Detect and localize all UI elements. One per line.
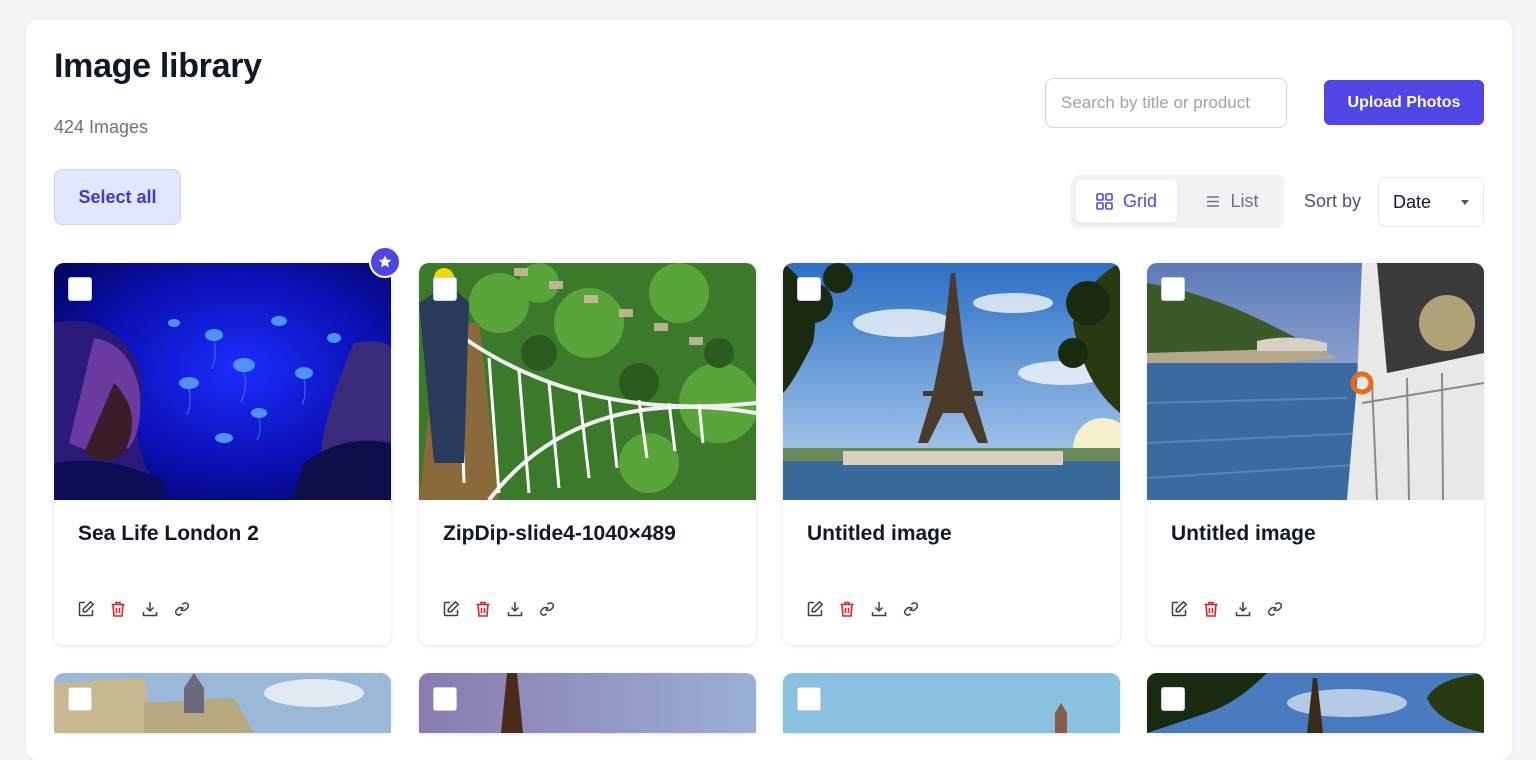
- star-icon: [378, 255, 392, 268]
- card-actions: [806, 600, 920, 618]
- edit-icon[interactable]: [442, 600, 460, 618]
- trash-icon[interactable]: [109, 600, 127, 618]
- select-checkbox[interactable]: [1161, 277, 1185, 301]
- image-thumbnail[interactable]: [783, 263, 1120, 500]
- sort-value: Date: [1393, 191, 1432, 212]
- image-card[interactable]: Untitled image: [1147, 263, 1484, 645]
- link-icon[interactable]: [173, 600, 191, 618]
- page-title: Image library: [54, 47, 262, 85]
- search-input[interactable]: [1045, 78, 1287, 128]
- image-count: 424 Images: [54, 117, 149, 137]
- sort-select[interactable]: Date: [1378, 177, 1484, 227]
- view-toggle: Grid List: [1071, 175, 1284, 228]
- link-icon[interactable]: [1266, 600, 1284, 618]
- card-title: ZipDip-slide4-1040×489: [443, 522, 676, 545]
- image-card[interactable]: ZipDip-slide4-1040×489: [419, 263, 756, 645]
- trash-icon[interactable]: [838, 600, 856, 618]
- image-thumbnail[interactable]: [783, 673, 1120, 733]
- sort-label: Sort by: [1304, 191, 1362, 211]
- image-card[interactable]: [1147, 673, 1484, 733]
- list-icon: [1207, 196, 1220, 207]
- grid-view-button[interactable]: Grid: [1076, 180, 1177, 223]
- select-checkbox[interactable]: [797, 277, 821, 301]
- image-thumbnail[interactable]: [54, 673, 391, 733]
- trash-icon[interactable]: [1202, 600, 1220, 618]
- image-card[interactable]: Sea Life London 2: [54, 263, 391, 645]
- edit-icon[interactable]: [806, 600, 824, 618]
- card-actions: [442, 600, 556, 618]
- download-icon[interactable]: [870, 600, 888, 618]
- card-title: Sea Life London 2: [78, 522, 259, 545]
- download-icon[interactable]: [141, 600, 159, 618]
- image-card[interactable]: [783, 673, 1120, 733]
- image-thumbnail[interactable]: [1147, 263, 1484, 500]
- list-view-label: List: [1230, 191, 1259, 211]
- download-icon[interactable]: [1234, 600, 1252, 618]
- trash-icon[interactable]: [474, 600, 492, 618]
- select-checkbox[interactable]: [433, 277, 457, 301]
- select-checkbox[interactable]: [433, 687, 457, 711]
- list-view-button[interactable]: List: [1182, 180, 1283, 223]
- chevron-down-icon: [1461, 199, 1469, 205]
- card-actions: [1170, 600, 1284, 618]
- select-checkbox[interactable]: [797, 687, 821, 711]
- grid-icon: [1096, 193, 1113, 210]
- select-checkbox[interactable]: [68, 687, 92, 711]
- grid-view-label: Grid: [1122, 191, 1157, 211]
- upload-photos-button[interactable]: Upload Photos: [1324, 80, 1484, 125]
- card-actions: [77, 600, 191, 618]
- card-title: Untitled image: [807, 522, 952, 545]
- image-card[interactable]: Untitled image: [783, 263, 1120, 645]
- link-icon[interactable]: [538, 600, 556, 618]
- image-card[interactable]: [419, 673, 756, 733]
- edit-icon[interactable]: [77, 600, 95, 618]
- image-thumbnail[interactable]: [419, 673, 756, 733]
- select-all-button[interactable]: Select all: [54, 169, 181, 225]
- image-thumbnail[interactable]: [419, 263, 756, 500]
- image-thumbnail[interactable]: [1147, 673, 1484, 733]
- featured-badge: [369, 246, 401, 278]
- card-title: Untitled image: [1171, 522, 1316, 545]
- image-card[interactable]: [54, 673, 391, 733]
- download-icon[interactable]: [506, 600, 524, 618]
- edit-icon[interactable]: [1170, 600, 1188, 618]
- image-thumbnail[interactable]: [54, 263, 391, 500]
- link-icon[interactable]: [902, 600, 920, 618]
- select-checkbox[interactable]: [1161, 687, 1185, 711]
- select-checkbox[interactable]: [68, 277, 92, 301]
